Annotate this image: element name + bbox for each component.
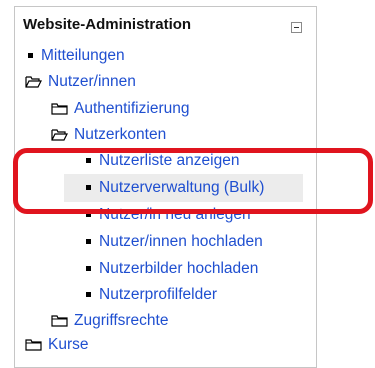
nav-item-nutzerkonten[interactable]: Nutzerkonten (51, 123, 166, 146)
nav-item-nutzer-hochladen[interactable]: Nutzer/innen hochladen (86, 230, 263, 253)
folder-open-icon (25, 75, 42, 88)
nav-label-nutzerbilder[interactable]: Nutzerbilder hochladen (99, 260, 258, 278)
nav-item-nutzer-neu[interactable]: Nutzer/in neu anlegen (86, 203, 251, 226)
nav-item-authentifizierung[interactable]: Authentifizierung (51, 97, 189, 120)
nav-label-nutzer-neu[interactable]: Nutzer/in neu anlegen (99, 206, 251, 224)
nav-label-nutzerverwaltung-bulk[interactable]: Nutzerverwaltung (Bulk) (99, 179, 264, 197)
folder-closed-icon (51, 102, 68, 115)
square-bullet-icon (86, 292, 91, 297)
nav-label-nutzer-hochladen[interactable]: Nutzer/innen hochladen (99, 233, 263, 251)
nav-label-nutzerkonten[interactable]: Nutzerkonten (74, 126, 166, 144)
nav-label-authentifizierung[interactable]: Authentifizierung (74, 100, 189, 118)
square-bullet-icon (86, 266, 91, 271)
folder-open-icon (51, 128, 68, 141)
square-bullet-icon (86, 185, 91, 190)
block-header: Website-Administration (15, 7, 316, 43)
nav-item-zugriffsrechte[interactable]: Zugriffsrechte (51, 309, 168, 332)
nav-item-nutzerbilder[interactable]: Nutzerbilder hochladen (86, 257, 258, 280)
nav-label-zugriffsrechte[interactable]: Zugriffsrechte (74, 312, 168, 330)
nav-item-nutzerprofilfelder[interactable]: Nutzerprofilfelder (86, 283, 217, 306)
nav-item-kurse[interactable]: Kurse (25, 333, 89, 356)
nav-item-nutzerliste[interactable]: Nutzerliste anzeigen (86, 149, 239, 172)
nav-item-mitteilungen[interactable]: Mitteilungen (28, 44, 125, 67)
folder-closed-icon (51, 314, 68, 327)
block-title: Website-Administration (23, 16, 192, 33)
nav-label-nutzer-innen[interactable]: Nutzer/innen (48, 73, 136, 91)
square-bullet-icon (86, 239, 91, 244)
collapse-icon[interactable] (291, 22, 302, 33)
nav-label-nutzerprofilfelder[interactable]: Nutzerprofilfelder (99, 286, 217, 304)
square-bullet-icon (86, 158, 91, 163)
nav-label-nutzerliste[interactable]: Nutzerliste anzeigen (99, 152, 239, 170)
nav-item-nutzer-innen[interactable]: Nutzer/innen (25, 70, 136, 93)
nav-label-mitteilungen[interactable]: Mitteilungen (41, 47, 125, 65)
nav-item-nutzerverwaltung-bulk[interactable]: Nutzerverwaltung (Bulk) (86, 176, 264, 199)
square-bullet-icon (86, 212, 91, 217)
square-bullet-icon (28, 53, 33, 58)
folder-closed-icon (25, 338, 42, 351)
nav-label-kurse[interactable]: Kurse (48, 336, 89, 354)
